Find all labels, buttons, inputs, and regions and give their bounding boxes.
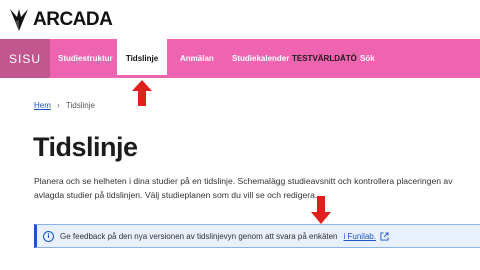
brand-logo[interactable]: ARCADA [8,6,113,34]
nav-item-label: Tidslinje [125,54,159,63]
breadcrumb: Hem › Tidslinje [34,100,95,110]
breadcrumb-home-link[interactable]: Hem [34,101,51,110]
nav-item-test-environment[interactable]: TESTVÄRLDÄTÖ [292,39,357,78]
info-icon: i [43,230,54,242]
funilab-link-wrapper[interactable]: i Funilab. [344,232,389,241]
funilab-link[interactable]: i Funilab. [344,232,376,241]
sisu-logo-text: SISU [8,51,41,66]
main-nav: SISU Studiestruktur Tidslinje Anmälan St… [0,39,480,78]
nav-item-studiekalender[interactable]: Studiekalender [232,39,289,78]
arcada-logo-icon [10,9,28,31]
nav-item-label: Anmälan [180,54,214,63]
nav-item-anmalan[interactable]: Anmälan [180,39,214,78]
page-description: Planera och se helheten i dina studier p… [34,176,453,200]
sisu-logo[interactable]: SISU [0,39,50,78]
page-title: Tidslinje [33,132,138,162]
external-link-icon [380,231,389,241]
red-arrow-icon [132,80,152,106]
nav-item-tidslinje[interactable]: Tidslinje [117,39,167,78]
nav-item-studiestruktur[interactable]: Studiestruktur [58,39,113,78]
nav-item-label: TESTVÄRLDÄTÖ [292,54,357,63]
nav-item-sok[interactable]: Sök [360,39,375,78]
nav-item-label: Sök [360,54,375,63]
page: ARCADA SISU Studiestruktur Tidslinje Anm… [0,0,480,270]
nav-item-label: Studiestruktur [58,54,113,63]
breadcrumb-chevron-icon: › [56,100,60,110]
banner-text: Ge feedback på den nya versionen av tids… [60,231,338,241]
nav-item-label: Studiekalender [232,54,290,63]
brand-name: ARCADA [33,9,113,30]
feedback-banner: i Ge feedback på den nya versionen av ti… [34,224,480,248]
red-arrow-icon [311,196,331,224]
breadcrumb-current: Tidslinje [65,100,95,110]
